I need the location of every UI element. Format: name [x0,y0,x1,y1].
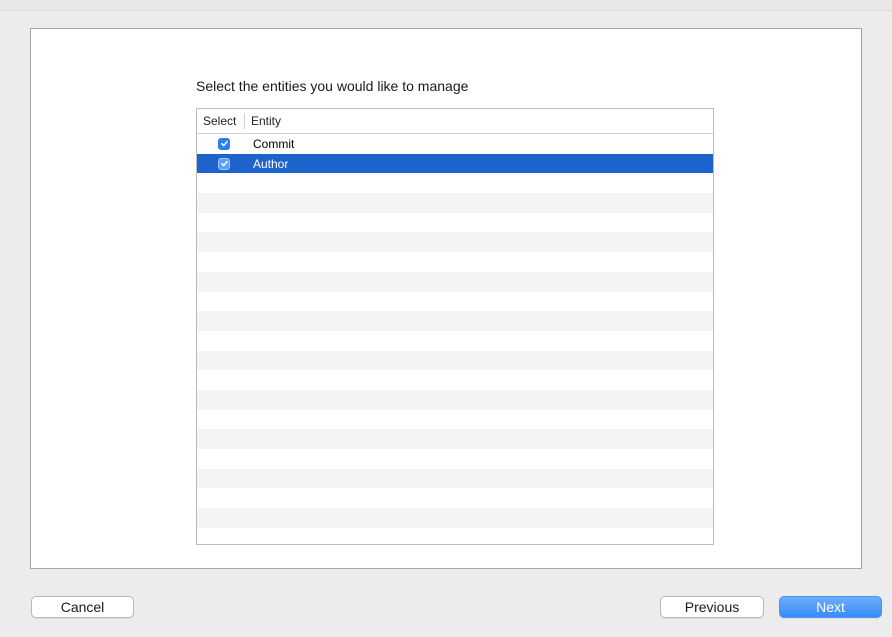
empty-row [197,449,713,469]
window-top-edge [0,0,892,11]
entity-name: Commit [253,136,295,151]
empty-row [197,213,713,233]
empty-row [197,488,713,508]
empty-row [197,271,713,292]
table-header: Select Entity [197,109,713,134]
next-button[interactable]: Next [779,596,882,618]
entity-name: Author [253,156,289,171]
empty-row [197,429,713,449]
empty-row [197,350,713,371]
empty-row [197,389,713,410]
empty-row [197,311,713,331]
table-rows: Commit Author [197,134,713,544]
table-row[interactable]: Commit [197,134,713,154]
empty-row [197,370,713,390]
empty-row [197,468,713,489]
checkmark-icon [220,160,228,167]
entity-table: Select Entity Commit Author [196,108,714,545]
checkmark-icon [220,141,228,147]
empty-row [197,410,713,430]
empty-row [197,528,713,544]
table-row-selected[interactable]: Author [197,153,713,174]
select-cell [197,137,251,150]
empty-row [197,232,713,253]
commit-checkbox[interactable] [218,137,230,150]
cancel-button[interactable]: Cancel [31,596,134,618]
page-title: Select the entities you would like to ma… [196,78,469,94]
empty-row [197,292,713,312]
empty-row [197,173,713,193]
previous-button[interactable]: Previous [660,596,764,618]
empty-row [197,331,713,351]
column-header-select[interactable]: Select [197,113,245,129]
empty-row [197,252,713,272]
empty-row [197,193,713,213]
column-header-entity[interactable]: Entity [245,113,281,129]
empty-row [197,508,713,528]
select-cell [197,157,251,170]
author-checkbox[interactable] [218,157,230,170]
